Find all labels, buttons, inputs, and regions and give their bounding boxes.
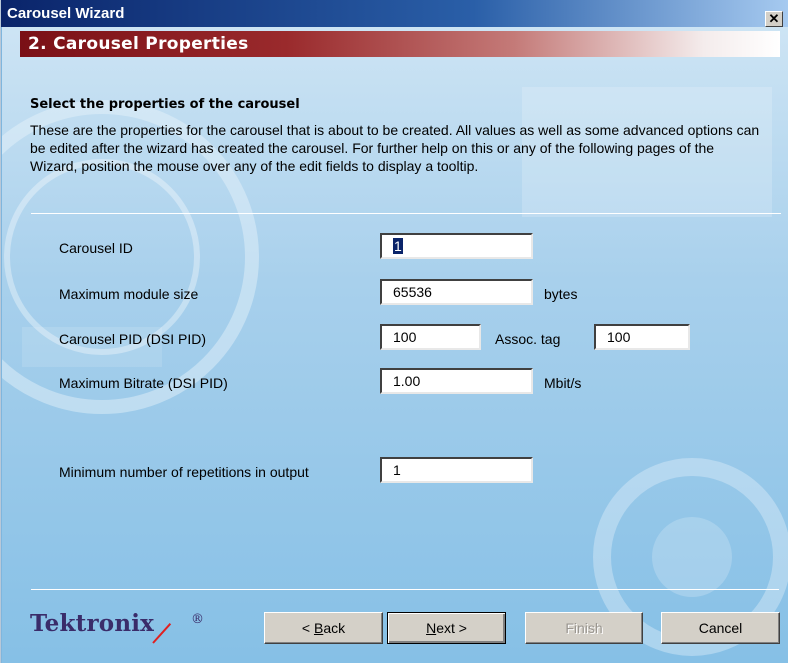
- finish-button[interactable]: Finish: [525, 612, 643, 644]
- logo-registered-mark: ®: [191, 612, 204, 627]
- back-button-suffix: ack: [323, 620, 346, 636]
- top-divider: [31, 213, 781, 214]
- cancel-button[interactable]: Cancel: [661, 612, 780, 644]
- assoc-tag-input[interactable]: 100: [594, 324, 690, 350]
- max-module-size-input[interactable]: 65536: [380, 279, 533, 305]
- max-module-size-unit: bytes: [544, 286, 578, 302]
- back-button-hotkey: B: [313, 620, 324, 636]
- carousel-pid-input[interactable]: 100: [380, 324, 481, 350]
- carousel-id-input[interactable]: 1: [380, 233, 533, 259]
- next-button-hotkey: N: [426, 620, 437, 636]
- title-bar[interactable]: Carousel Wizard ✕: [1, 0, 788, 27]
- carousel-id-label: Carousel ID: [59, 240, 133, 256]
- close-icon: ✕: [768, 11, 780, 26]
- max-bitrate-input[interactable]: 1.00: [380, 368, 533, 394]
- window-title: Carousel Wizard: [7, 5, 125, 22]
- carousel-wizard-window: Carousel Wizard ✕ 2. Carousel Properties…: [0, 0, 788, 663]
- logo-text: Tektronix: [30, 610, 155, 637]
- assoc-tag-label: Assoc. tag: [495, 331, 561, 347]
- carousel-id-value: 1: [393, 238, 403, 254]
- max-module-size-label: Maximum module size: [59, 286, 199, 302]
- max-bitrate-unit: Mbit/s: [544, 375, 582, 391]
- next-button-suffix: ext >: [436, 620, 467, 636]
- next-button[interactable]: Next >: [387, 612, 506, 644]
- bottom-divider: [31, 589, 779, 590]
- max-bitrate-label: Maximum Bitrate (DSI PID): [59, 375, 228, 391]
- back-button[interactable]: < Back: [264, 612, 383, 644]
- back-button-prefix: <: [301, 620, 314, 636]
- step-header: 2. Carousel Properties: [20, 31, 780, 57]
- min-repetitions-input[interactable]: 1: [380, 457, 533, 483]
- carousel-pid-label: Carousel PID (DSI PID): [59, 331, 207, 347]
- section-subtitle: Select the properties of the carousel: [30, 97, 300, 112]
- tektronix-logo: Tektronix: [30, 610, 154, 637]
- min-repetitions-label: Minimum number of repetitions in output: [59, 464, 309, 480]
- close-button[interactable]: ✕: [765, 11, 783, 27]
- finish-button-label: Finish: [565, 620, 603, 636]
- cancel-button-label: Cancel: [698, 620, 743, 636]
- step-title: 2. Carousel Properties: [28, 34, 249, 54]
- section-description: These are the properties for the carouse…: [30, 122, 760, 174]
